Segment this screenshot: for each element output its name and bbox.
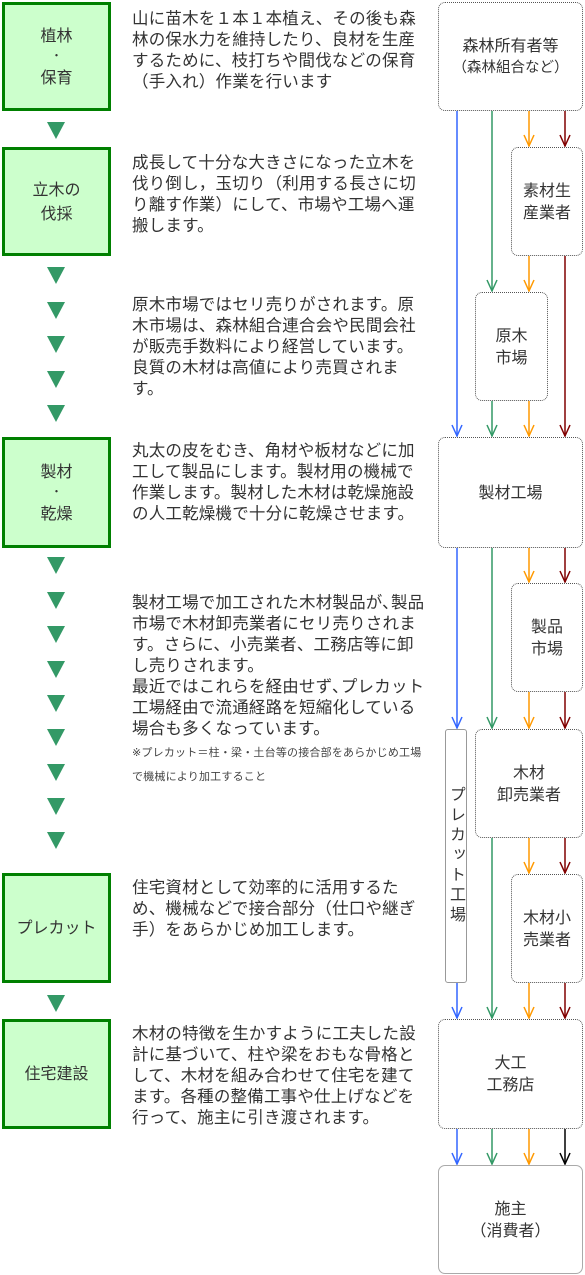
node-sublabel: （森林組合など） [452, 59, 569, 76]
node-builder: 大工 工務店 [438, 1019, 583, 1129]
node-label: 市場 [495, 347, 528, 367]
node-label: 工務店 [486, 1075, 535, 1094]
node-sublabel: （消費者） [470, 1220, 551, 1240]
node-log-market: 原木 市場 [475, 292, 548, 401]
node-label: 木材小 [522, 907, 571, 927]
node-label: 卸売業者 [496, 784, 561, 804]
node-wholesaler: 木材 卸売業者 [475, 729, 583, 838]
node-label: 大工 [494, 1053, 527, 1072]
node-product-market: 製品 市場 [511, 583, 583, 692]
node-label: 施主 [494, 1198, 527, 1218]
node-label: 製材工場 [478, 482, 543, 502]
node-log-producer: 素材生 産業者 [511, 147, 583, 256]
node-label: 市場 [530, 638, 563, 658]
node-forest-owner: 森林所有者等 （森林組合など） [438, 2, 583, 111]
node-label: 素材生 [522, 180, 571, 200]
node-label: 産業者 [522, 202, 571, 222]
node-label: プレカット工場 [447, 786, 466, 926]
node-retailer: 木材小 売業者 [511, 874, 583, 983]
node-client: 施主 （消費者） [438, 1165, 583, 1274]
node-label: 売業者 [522, 929, 571, 949]
node-precut-factory: プレカット工場 [445, 729, 467, 983]
node-sawmill: 製材工場 [438, 437, 583, 548]
node-label: 木材 [512, 762, 545, 782]
node-label: 製品 [530, 616, 563, 636]
node-label: 原木 [495, 325, 528, 345]
node-label: 森林所有者等 [462, 35, 559, 55]
